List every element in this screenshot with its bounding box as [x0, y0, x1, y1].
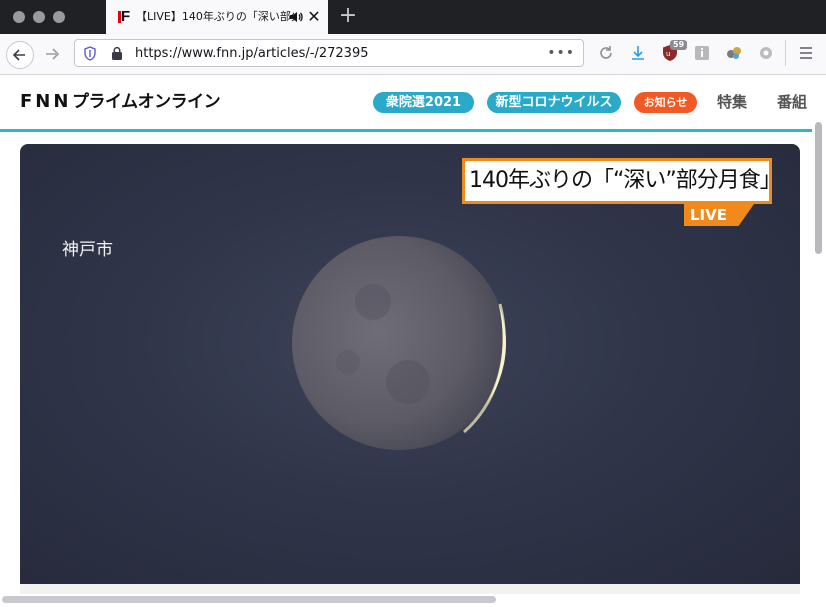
- live-label: LIVE: [690, 206, 727, 224]
- location-label: 神戸市: [62, 240, 113, 260]
- url-text[interactable]: https://www.fnn.jp/articles/-/272395: [135, 45, 369, 63]
- arrow-right-icon: [46, 48, 60, 60]
- hamburger-menu-icon[interactable]: [797, 44, 815, 62]
- tracking-shield-icon[interactable]: [83, 46, 97, 61]
- info-extension-icon[interactable]: [693, 44, 711, 62]
- extension-badge: 59: [670, 40, 688, 50]
- speaker-icon[interactable]: [289, 10, 303, 24]
- nav-programs[interactable]: 番組: [777, 92, 812, 113]
- nav-election-2021[interactable]: 衆院選2021: [373, 92, 474, 113]
- address-bar[interactable]: https://www.fnn.jp/articles/-/272395 •••: [74, 39, 584, 67]
- favicon-letter: F: [121, 8, 131, 25]
- new-tab-icon[interactable]: +: [337, 5, 359, 27]
- back-button[interactable]: [6, 41, 34, 69]
- tab-close-icon[interactable]: ✕: [306, 9, 322, 25]
- lock-icon[interactable]: [111, 46, 123, 61]
- fnn-logo[interactable]: FNN: [20, 92, 71, 112]
- nav-announcements[interactable]: お知らせ: [634, 92, 697, 113]
- vertical-scrollbar[interactable]: [815, 122, 822, 254]
- site-favicon-icon: F: [118, 9, 132, 25]
- minimize-window-button[interactable]: [33, 11, 45, 23]
- reload-icon[interactable]: [597, 44, 615, 62]
- horizontal-scrollbar[interactable]: [2, 596, 496, 603]
- content-area: [20, 584, 800, 594]
- svg-text:u: u: [666, 50, 670, 58]
- site-header: FNN プライムオンライン 衆院選2021 新型コロナウイルス お知らせ 特集 …: [0, 75, 812, 132]
- arrow-left-icon: [12, 49, 25, 61]
- live-badge: LIVE: [684, 204, 754, 226]
- logo-subtitle[interactable]: プライムオンライン: [72, 92, 221, 112]
- live-video-player[interactable]: 神戸市 140年ぶりの「“深い”部分月食」 LIVE: [20, 144, 800, 584]
- moon-image: [292, 236, 506, 450]
- page-actions-icon[interactable]: •••: [547, 44, 575, 62]
- close-window-button[interactable]: [13, 11, 25, 23]
- browser-tab-active[interactable]: F 【LIVE】140年ぶりの「深い部分月食」 ✕: [106, 0, 328, 34]
- download-icon[interactable]: [629, 44, 647, 62]
- maximize-window-button[interactable]: [53, 11, 65, 23]
- nav-coronavirus[interactable]: 新型コロナウイルス: [487, 92, 621, 113]
- caption-text: 140年ぶりの「“深い”部分月食」: [465, 161, 769, 201]
- nav-features[interactable]: 特集: [717, 92, 747, 113]
- color-balls-extension-icon[interactable]: [725, 44, 743, 62]
- tab-title: 【LIVE】140年ぶりの「深い部分月食」: [136, 10, 294, 23]
- tab-bar: F 【LIVE】140年ぶりの「深い部分月食」 ✕ +: [0, 0, 826, 34]
- headline-caption: 140年ぶりの「“深い”部分月食」: [462, 158, 772, 204]
- gear-extension-icon[interactable]: [757, 44, 775, 62]
- navigation-toolbar: https://www.fnn.jp/articles/-/272395 •••…: [0, 34, 826, 75]
- forward-button[interactable]: [40, 41, 66, 67]
